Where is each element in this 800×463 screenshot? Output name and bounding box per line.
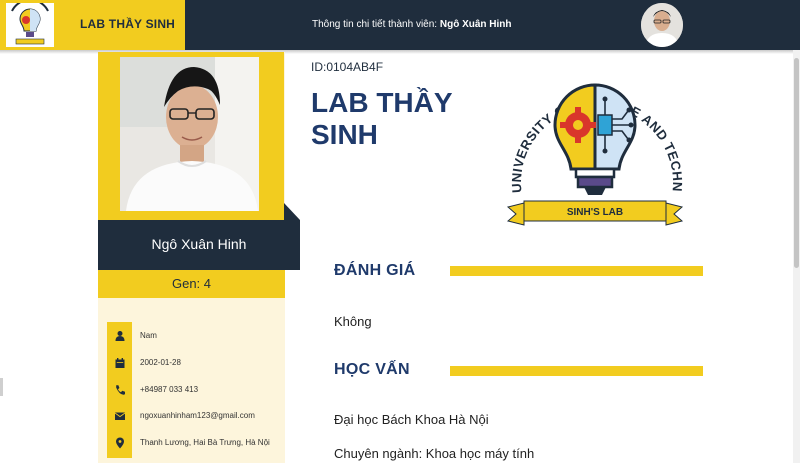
calendar-icon	[115, 358, 125, 368]
caption-member-name: Ngô Xuân Hinh	[439, 19, 512, 30]
member-name: Ngô Xuân Hinh	[151, 236, 247, 252]
phone-value: +84987 033 413	[140, 385, 199, 394]
member-detail-caption: Thông tin chi tiết thành viên: Ngô Xuân …	[312, 19, 512, 30]
left-edge-handle	[0, 378, 3, 396]
brand-block[interactable]: LAB THẦY SINH	[0, 0, 185, 50]
caption-prefix: Thông tin chi tiết thành viên:	[312, 19, 438, 30]
scrollbar-thumb[interactable]	[794, 58, 799, 268]
top-navigation-bar: LAB THẦY SINH Thông tin chi tiết thành v…	[0, 0, 800, 50]
member-generation: Gen: 4	[171, 276, 212, 291]
user-icon	[115, 331, 125, 341]
name-banner: Ngô Xuân Hinh	[98, 220, 300, 270]
evaluation-text: Không	[334, 314, 372, 329]
portrait-icon	[120, 57, 259, 211]
section-heading-evaluation: ĐÁNH GIÁ	[334, 262, 416, 279]
generation-banner: Gen: 4	[98, 270, 285, 298]
ribbon-fold	[284, 203, 300, 220]
profile-photo	[120, 57, 259, 211]
avatar-photo-icon	[641, 3, 683, 47]
address-value: Thanh Lương, Hai Bà Trưng, Hà Nội	[140, 438, 270, 447]
education-major: Chuyên ngành: Khoa học máy tính	[334, 446, 535, 461]
vertical-scrollbar[interactable]	[793, 50, 800, 463]
gender-value: Nam	[140, 331, 157, 340]
university-lab-logo-icon: HANOI UNIVERSITY OF SCIENCE AND TECHNOLO…	[500, 55, 685, 226]
email-value[interactable]: ngoxuanhinham123@gmail.com	[140, 411, 255, 420]
birthdate-value: 2002-01-28	[140, 358, 181, 367]
location-pin-icon	[116, 437, 124, 449]
avatar[interactable]	[641, 3, 683, 47]
lab-title: LAB THẦY SINH	[311, 87, 453, 150]
brand-title: LAB THẦY SINH	[80, 17, 176, 31]
section-divider-evaluation	[450, 266, 703, 276]
section-heading-education: HỌC VẤN	[334, 361, 410, 378]
logo-ribbon-text: SINH'S LAB	[567, 207, 623, 218]
member-profile-page: LAB THẦY SINH Thông tin chi tiết thành v…	[0, 0, 800, 463]
lab-logo-icon	[6, 3, 54, 47]
education-school: Đại học Bách Khoa Hà Nội	[334, 412, 489, 427]
section-divider-education	[450, 366, 703, 376]
envelope-icon	[114, 412, 126, 420]
phone-icon	[116, 385, 125, 395]
member-id: ID:0104AB4F	[311, 60, 384, 74]
